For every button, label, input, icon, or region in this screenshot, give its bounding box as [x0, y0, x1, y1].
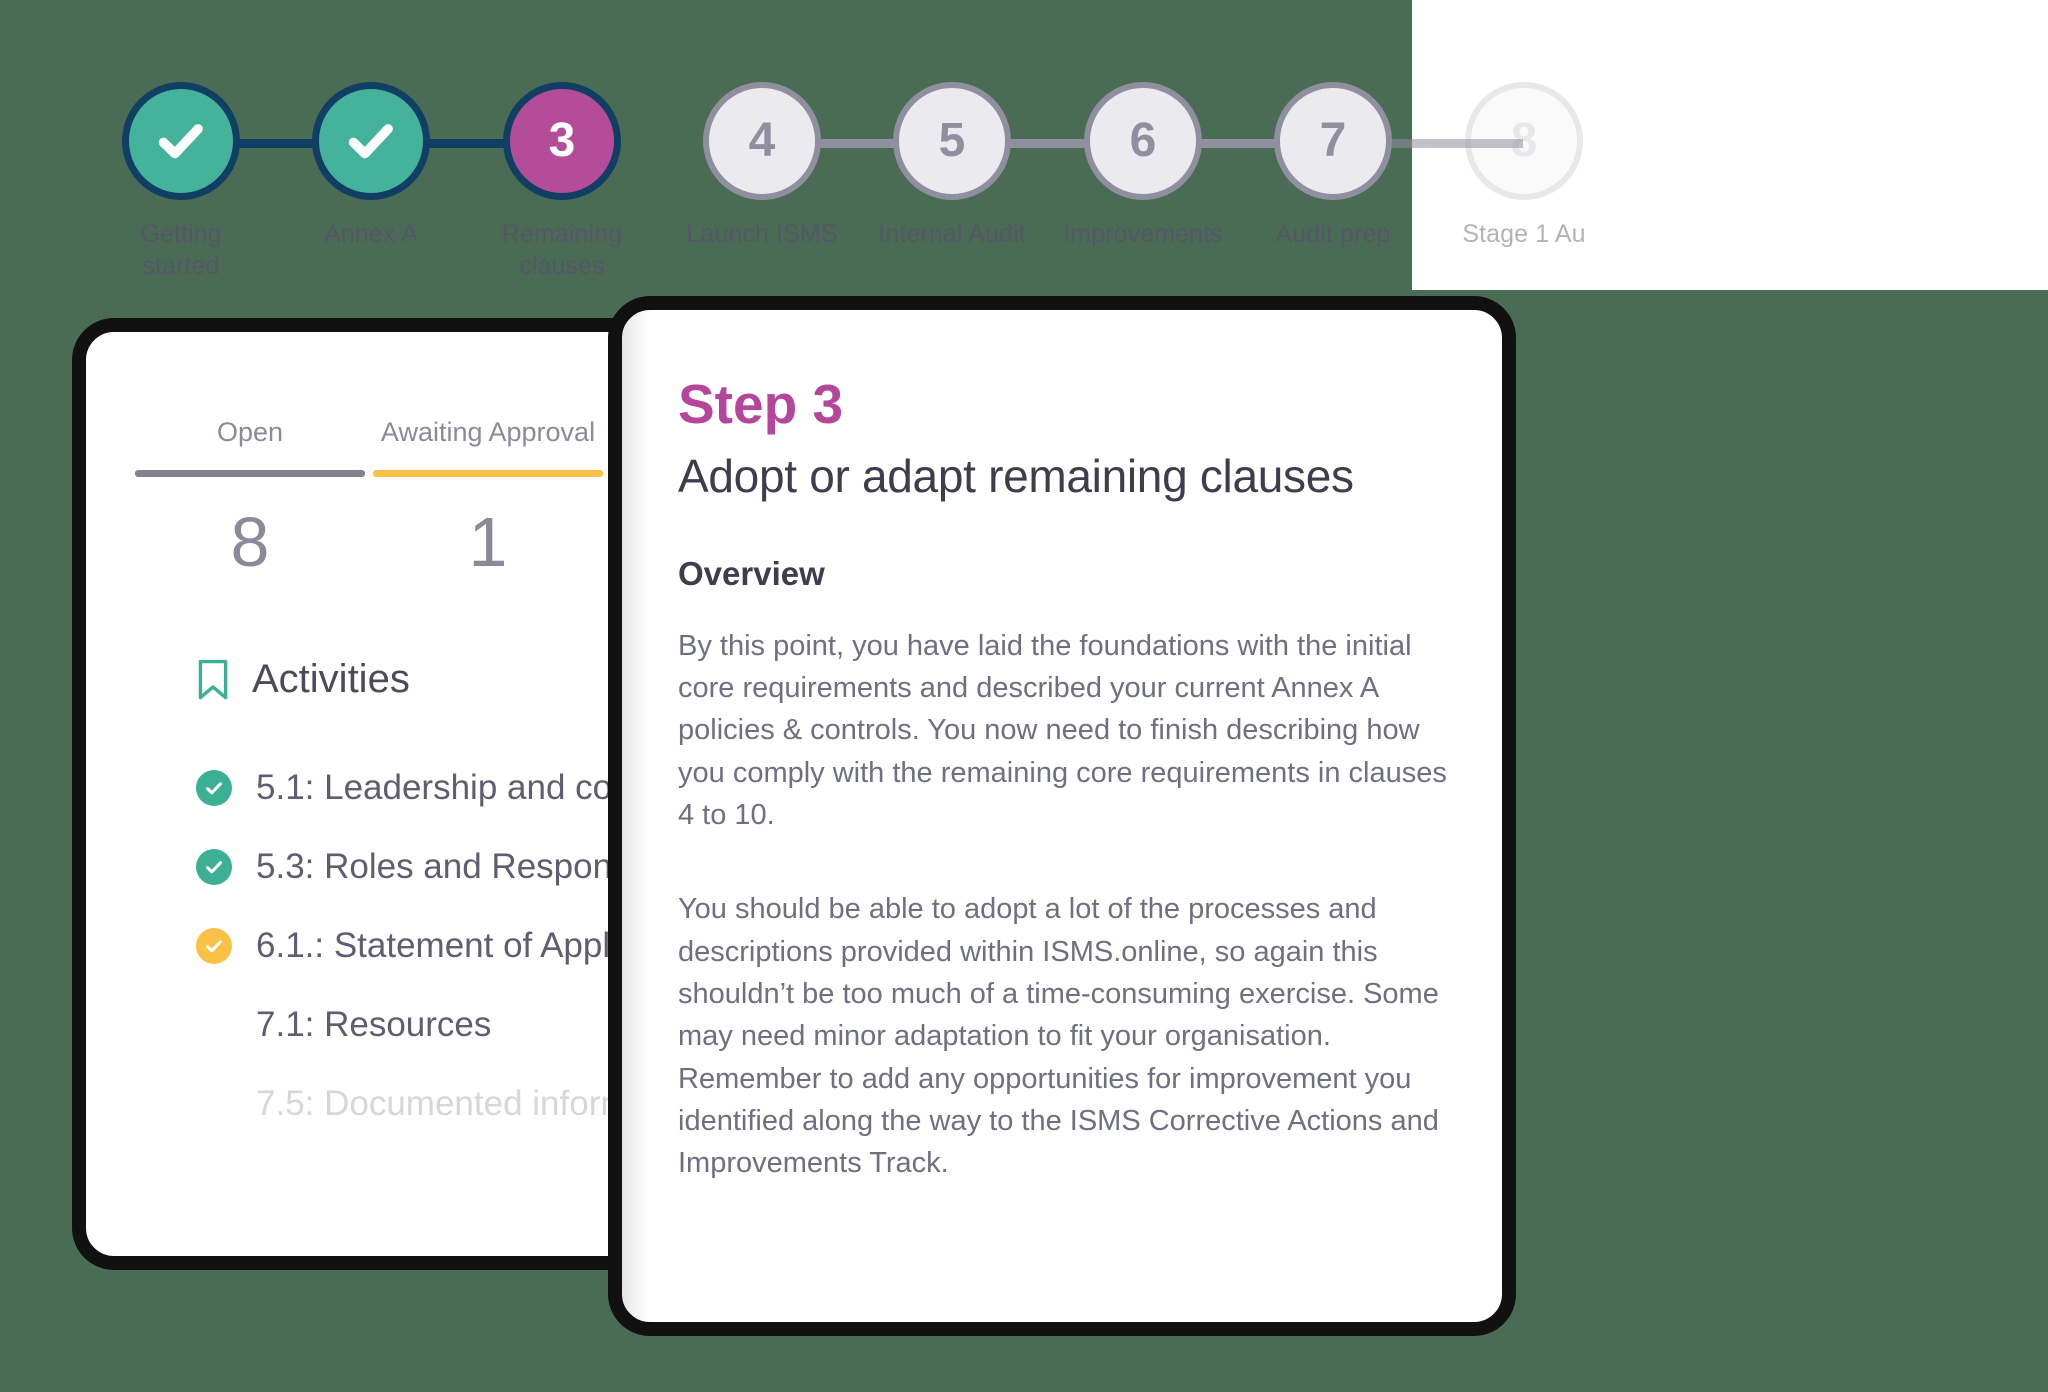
step-7-label: Audit prep [1275, 220, 1391, 248]
step-7-circle[interactable]: 7 [1274, 82, 1392, 200]
stepper-step-5[interactable]: 5 Internal Audit [872, 82, 1032, 250]
step-2-label: Annex A [324, 220, 418, 248]
tab-open-count: 8 [230, 503, 270, 581]
tab-awaiting-approval[interactable]: Awaiting Approval 1 [369, 417, 607, 577]
tab-awaiting-approval-label: Awaiting Approval [380, 417, 596, 447]
status-pending-check-icon [196, 927, 232, 964]
step-2-circle[interactable] [312, 82, 430, 200]
step-6-circle[interactable]: 6 [1084, 82, 1202, 200]
status-empty-icon [196, 1086, 232, 1122]
stepper-step-7[interactable]: 7 Audit prep [1253, 82, 1413, 250]
step-6-label: Improvements [1063, 220, 1223, 248]
bookmark-icon [198, 659, 228, 699]
tab-awaiting-approval-count: 1 [468, 503, 508, 581]
overview-paragraph-1: By this point, you have laid the foundat… [678, 629, 1447, 832]
stepper-step-8-label-wrap: Stage 1 Au [1444, 82, 1604, 250]
step-3-circle[interactable]: 3 [503, 82, 621, 200]
status-empty-icon [196, 1007, 232, 1043]
list-item-label: 7.1: Resources [256, 1004, 492, 1044]
step-1-circle[interactable] [122, 82, 240, 200]
step-detail-card: Step 3 Adopt or adapt remaining clauses … [608, 296, 1516, 1336]
overview-section-title: Overview [678, 554, 825, 592]
step-8-label: Stage 1 Au [1462, 220, 1586, 248]
tab-awaiting-approval-underline [373, 470, 603, 477]
step-7-number: 7 [1319, 114, 1347, 167]
stepper-step-2[interactable]: Annex A [291, 82, 451, 250]
step-eyebrow: Step 3 [678, 373, 844, 435]
progress-stepper: Getting started Annex A 3 Remaining clau… [0, 0, 2048, 320]
status-check-icon [196, 769, 232, 806]
step-4-number: 4 [748, 114, 776, 167]
check-icon [348, 124, 393, 159]
check-icon [158, 124, 203, 159]
step-3-label: Remaining clauses [501, 220, 623, 280]
page-title: Adopt or adapt remaining clauses [678, 449, 1354, 502]
activities-title: Activities [252, 657, 410, 701]
stepper-step-1[interactable]: Getting started [101, 82, 261, 282]
step-4-label: Launch ISMS [686, 220, 838, 248]
step-5-circle[interactable]: 5 [893, 82, 1011, 200]
step-6-number: 6 [1129, 114, 1157, 167]
step-3-number: 3 [548, 114, 576, 167]
step-5-label: Internal Audit [878, 220, 1026, 248]
stepper-step-6[interactable]: 6 Improvements [1063, 82, 1223, 250]
status-check-icon [196, 848, 232, 885]
tab-open[interactable]: Open 8 [131, 417, 369, 577]
step-4-circle[interactable]: 4 [703, 82, 821, 200]
overview-paragraph-2: You should be able to adopt a lot of the… [678, 893, 1439, 1180]
tab-open-label: Open [216, 417, 284, 447]
step-5-number: 5 [938, 114, 966, 167]
step-1-label: Getting started [140, 220, 222, 280]
stepper-step-4[interactable]: 4 Launch ISMS [682, 82, 842, 250]
stepper-step-3[interactable]: 3 Remaining clauses [482, 82, 642, 282]
tab-open-underline [135, 470, 365, 477]
